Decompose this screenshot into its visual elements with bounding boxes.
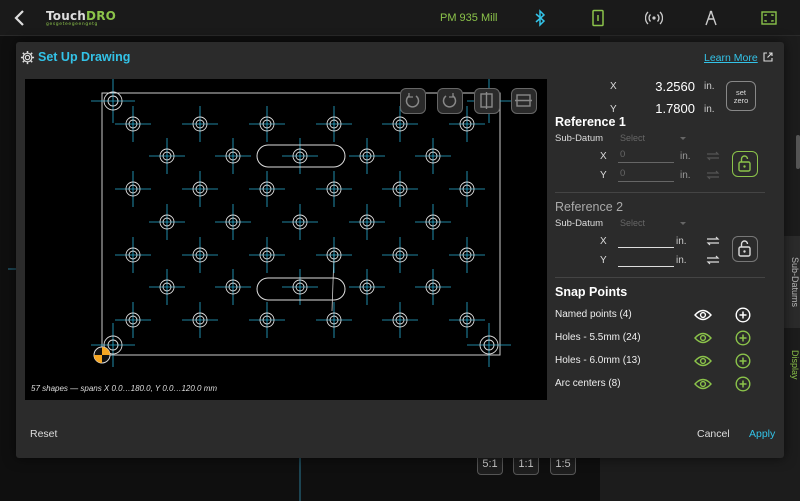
compass-icon[interactable] bbox=[702, 9, 720, 27]
back-arrow-icon[interactable] bbox=[10, 8, 30, 28]
swap-icon[interactable] bbox=[706, 151, 720, 161]
divider bbox=[555, 192, 765, 193]
app-logo: TouchDRO gesgeteegeengetg bbox=[46, 9, 117, 27]
reference-2-lock-button[interactable] bbox=[732, 236, 758, 262]
rotate-cw-icon bbox=[442, 93, 457, 108]
fullscreen-icon[interactable] bbox=[760, 9, 778, 27]
reference-2-sub-datum-select[interactable]: Select bbox=[620, 218, 645, 228]
top-bar: TouchDRO gesgeteegeengetg PM 935 Mill bbox=[0, 0, 800, 36]
datum-quadrant bbox=[94, 355, 102, 363]
rotate-cw-button[interactable] bbox=[437, 88, 463, 114]
drawing-caption: 57 shapes — spans X 0.0…180.0, Y 0.0…120… bbox=[31, 384, 218, 393]
position-x-value: 3.2560 bbox=[655, 79, 695, 94]
snap-point-label: Holes - 5.5mm (24) bbox=[555, 332, 641, 343]
slot-bottom bbox=[256, 277, 346, 301]
reference-2-x-label: X bbox=[600, 236, 607, 247]
reference-1-sub-datum-label: Sub-Datum bbox=[555, 133, 604, 144]
reset-button[interactable]: Reset bbox=[30, 428, 57, 440]
scrollbar[interactable] bbox=[796, 135, 800, 169]
add-icon[interactable] bbox=[735, 330, 751, 346]
reference-2-y-unit: in. bbox=[676, 255, 687, 266]
drawing-canvas[interactable]: 57 shapes — spans X 0.0…180.0, Y 0.0…120… bbox=[25, 79, 547, 400]
reference-1-title: Reference 1 bbox=[555, 115, 626, 129]
reference-2-y-label: Y bbox=[600, 255, 607, 266]
flip-horizontal-button[interactable] bbox=[474, 88, 500, 114]
tab-sub-datums[interactable]: Sub-Datums bbox=[784, 236, 800, 328]
eye-icon[interactable] bbox=[694, 332, 712, 344]
position-x-unit: in. bbox=[704, 81, 715, 92]
position-y-unit: in. bbox=[704, 104, 715, 115]
set-up-drawing-dialog: Set Up Drawing Learn More 57 shapes — sp… bbox=[16, 42, 784, 458]
divider bbox=[555, 277, 765, 278]
learn-more-link[interactable]: Learn More bbox=[704, 52, 758, 64]
eye-icon[interactable] bbox=[694, 355, 712, 367]
reference-2-sub-datum-label: Sub-Datum bbox=[555, 218, 604, 229]
position-y-value: 1.7800 bbox=[655, 101, 695, 116]
tablet-icon[interactable] bbox=[589, 9, 607, 27]
reference-1-y-unit: in. bbox=[680, 170, 691, 181]
reference-1-x-label: X bbox=[600, 151, 607, 162]
flip-vertical-icon bbox=[515, 94, 532, 107]
set-zero-label-2: zero bbox=[733, 96, 749, 105]
flip-horizontal-icon bbox=[480, 92, 493, 109]
eye-icon[interactable] bbox=[694, 309, 712, 321]
reference-2-title: Reference 2 bbox=[555, 200, 624, 214]
unlock-icon bbox=[738, 155, 751, 172]
unlock-icon bbox=[738, 240, 751, 257]
swap-icon[interactable] bbox=[706, 236, 720, 246]
drawing-svg[interactable] bbox=[25, 79, 547, 400]
machine-name[interactable]: PM 935 Mill bbox=[440, 12, 497, 24]
bluetooth-icon[interactable] bbox=[531, 9, 549, 27]
external-link-icon[interactable] bbox=[763, 52, 773, 62]
swap-icon[interactable] bbox=[706, 255, 720, 265]
plate-outline bbox=[101, 92, 501, 356]
rotate-ccw-icon bbox=[405, 93, 420, 108]
reference-1-sub-datum-select[interactable]: Select bbox=[620, 133, 645, 143]
wireless-icon[interactable] bbox=[645, 9, 663, 27]
eye-icon[interactable] bbox=[694, 378, 712, 390]
swap-icon[interactable] bbox=[706, 170, 720, 180]
snap-point-label: Arc centers (8) bbox=[555, 378, 621, 389]
tab-display[interactable]: Display bbox=[784, 330, 800, 400]
chevron-down-icon[interactable] bbox=[680, 222, 686, 225]
chevron-down-icon[interactable] bbox=[680, 137, 686, 140]
apply-button[interactable]: Apply bbox=[749, 428, 775, 440]
reference-1-y-input[interactable]: 0 bbox=[618, 168, 674, 182]
reference-2-x-input[interactable] bbox=[618, 234, 674, 248]
rotate-ccw-button[interactable] bbox=[400, 88, 426, 114]
add-icon[interactable] bbox=[735, 376, 751, 392]
reference-2-x-unit: in. bbox=[676, 236, 687, 247]
cancel-button[interactable]: Cancel bbox=[697, 428, 730, 440]
flip-vertical-button[interactable] bbox=[511, 88, 537, 114]
gear-icon bbox=[20, 50, 35, 65]
add-icon[interactable] bbox=[735, 353, 751, 369]
reference-1-y-label: Y bbox=[600, 170, 607, 181]
snap-point-label: Named points (4) bbox=[555, 309, 632, 320]
reference-1-lock-button[interactable] bbox=[732, 151, 758, 177]
set-zero-button[interactable]: set zero bbox=[726, 81, 756, 111]
snap-points-title: Snap Points bbox=[555, 285, 628, 299]
reference-2-y-input[interactable] bbox=[618, 253, 674, 267]
reference-1-x-unit: in. bbox=[680, 151, 691, 162]
reference-1-x-input[interactable]: 0 bbox=[618, 149, 674, 163]
dialog-title: Set Up Drawing bbox=[38, 50, 131, 64]
add-icon[interactable] bbox=[735, 307, 751, 323]
snap-point-label: Holes - 6.0mm (13) bbox=[555, 355, 641, 366]
